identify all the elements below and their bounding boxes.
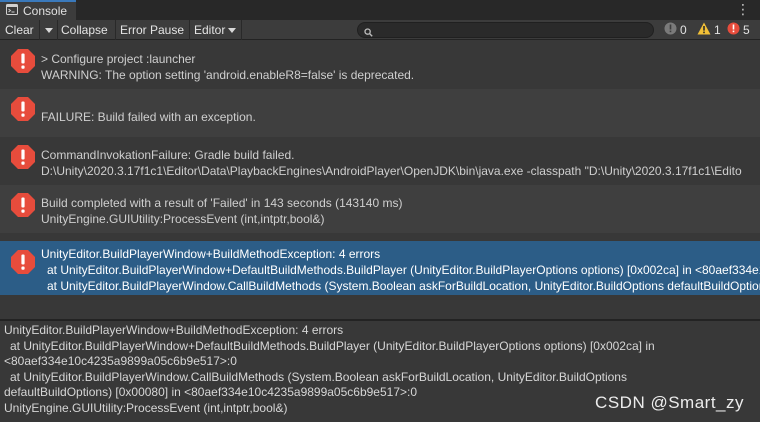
info-count-toggle[interactable]: 0 (664, 21, 687, 39)
log-entry-line: WARNING: The option setting 'android.ena… (41, 68, 415, 82)
search-icon (364, 26, 373, 40)
warning-count-toggle[interactable]: 1 (697, 21, 721, 39)
detail-line: at UnityEditor.BuildPlayerWindow+Default… (10, 338, 655, 353)
chevron-down-icon (228, 27, 237, 33)
log-entry-line: FAILURE: Build failed with an exception. (41, 110, 256, 124)
error-icon (10, 249, 36, 278)
warning-icon (697, 22, 711, 38)
chevron-down-icon (44, 27, 53, 33)
info-icon (664, 22, 677, 38)
log-entry[interactable]: CommandInvokationFailure: Gradle build f… (0, 137, 760, 185)
error-pause-toggle[interactable]: Error Pause (116, 20, 190, 40)
log-list[interactable]: > Configure project :launcher WARNING: T… (0, 41, 760, 319)
log-entry-line: > Configure project :launcher (41, 52, 196, 66)
console-icon (6, 4, 18, 18)
log-entry-line: D:\Unity\2020.3.17f1c1\Editor\Data\Playb… (41, 164, 742, 178)
tab-console[interactable]: Console (0, 0, 76, 20)
more-options-icon[interactable]: ⋮ (736, 2, 750, 16)
detail-line: UnityEditor.BuildPlayerWindow+BuildMetho… (4, 323, 344, 337)
error-icon (10, 192, 36, 221)
error-icon (10, 96, 36, 125)
log-entry-line: at UnityEditor.BuildPlayerWindow.CallBui… (47, 279, 760, 293)
clear-button[interactable]: Clear (0, 20, 40, 40)
editor-dropdown-label: Editor (194, 23, 226, 37)
watermark: CSDN @Smart_zy (595, 393, 744, 412)
error-count-toggle[interactable]: 5 (727, 21, 750, 39)
log-entry-selected[interactable]: UnityEditor.BuildPlayerWindow+BuildMetho… (0, 241, 760, 295)
tab-title: Console (23, 4, 68, 18)
detail-line: at UnityEditor.BuildPlayerWindow.CallBui… (10, 369, 627, 384)
collapse-toggle[interactable]: Collapse (58, 20, 116, 40)
warning-count: 1 (714, 23, 721, 37)
error-icon (10, 144, 36, 173)
log-entry-line: at UnityEditor.BuildPlayerWindow+Default… (47, 263, 760, 277)
error-icon (727, 22, 740, 38)
clear-options-dropdown[interactable] (40, 20, 58, 40)
error-count: 5 (743, 23, 750, 37)
log-entry[interactable]: FAILURE: Build failed with an exception. (0, 89, 760, 137)
log-entry-line: Build completed with a result of 'Failed… (41, 196, 403, 210)
log-entry[interactable]: Build completed with a result of 'Failed… (0, 185, 760, 233)
search-input[interactable] (357, 22, 654, 38)
info-count: 0 (680, 23, 687, 37)
log-entry-line: CommandInvokationFailure: Gradle build f… (41, 148, 295, 162)
log-entry-line: UnityEditor.BuildPlayerWindow+BuildMetho… (41, 247, 381, 261)
error-icon (10, 48, 36, 77)
tab-bar: Console ⋮ (0, 0, 760, 20)
detail-line: <80aef334e10c4235a9899a05c6b9e517>:0 (4, 354, 237, 369)
editor-dropdown[interactable]: Editor (190, 20, 242, 40)
log-entry-line: UnityEngine.GUIUtility:ProcessEvent (int… (41, 212, 325, 226)
log-entry[interactable]: > Configure project :launcher WARNING: T… (0, 41, 760, 89)
